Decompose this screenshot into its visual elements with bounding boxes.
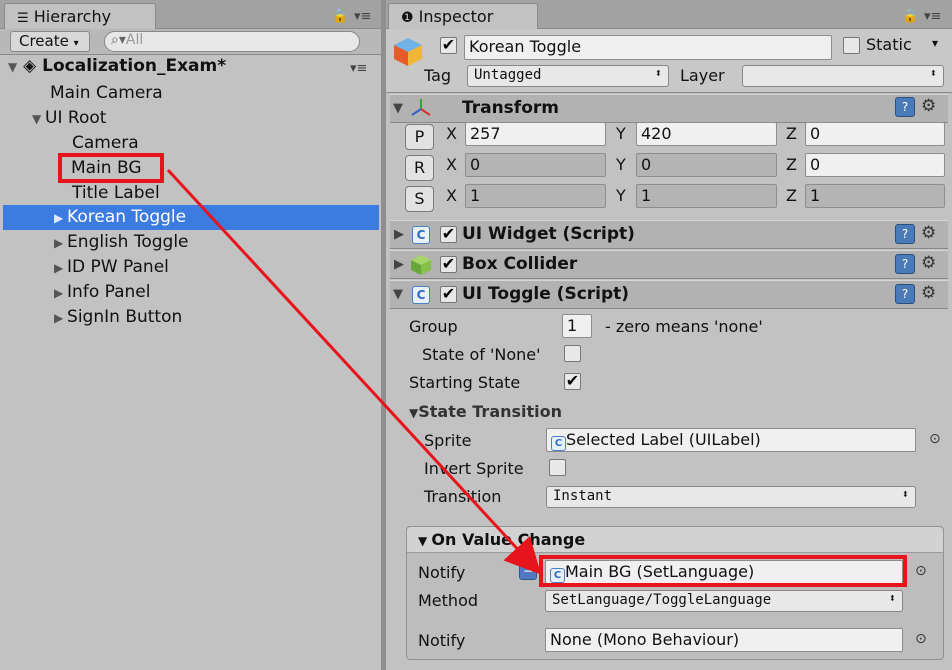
annotation-arrow [166, 168, 542, 575]
